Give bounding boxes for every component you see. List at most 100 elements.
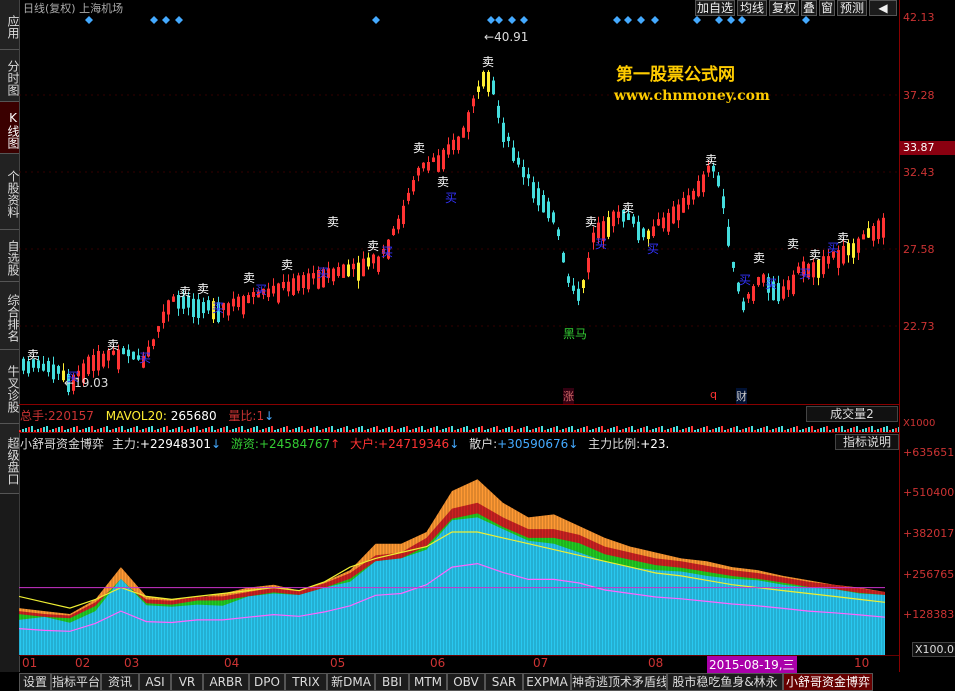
candle [347, 264, 350, 277]
buy-signal: 买 [212, 301, 224, 315]
bottom-tab-10[interactable]: MTM [409, 673, 447, 691]
candle [207, 300, 210, 311]
candle [302, 275, 305, 289]
candle [467, 112, 470, 132]
sidebar-tab-profile[interactable]: 个股资料 [0, 154, 20, 230]
candle [197, 299, 200, 318]
bottom-tab-14[interactable]: 神奇逃顶术矛盾线 [571, 673, 667, 691]
ma-button[interactable]: 均线 [737, 0, 767, 16]
candle [617, 211, 620, 218]
ind-axis-1: +635651 [903, 446, 955, 459]
sidebar-tab-superpanel[interactable]: 超级盘口 [0, 424, 20, 494]
bottom-tab-13[interactable]: EXPMA [523, 673, 571, 691]
indicator-help-button[interactable]: 指标说明 [835, 434, 899, 450]
bottom-tab-0[interactable]: 设置 [19, 673, 51, 691]
bottom-tab-16[interactable]: 小舒哥资金博弈 [783, 673, 873, 691]
ind-axis-3: +382017 [903, 527, 955, 540]
candle [92, 354, 95, 371]
candle [667, 212, 670, 232]
candle [502, 122, 505, 142]
price-label-4: 27.58 [903, 243, 935, 256]
sell-signal: 卖 [243, 271, 255, 285]
buy-signal: 买 [827, 241, 839, 255]
bottom-tab-11[interactable]: OBV [447, 673, 485, 691]
candle [572, 285, 575, 291]
candle [547, 201, 550, 219]
bottom-tab-5[interactable]: ARBR [203, 673, 249, 691]
candle [392, 228, 395, 236]
bottom-tab-9[interactable]: BBI [375, 673, 409, 691]
candle [482, 71, 485, 87]
sidebar-tab-kline[interactable]: K线图 [0, 102, 20, 154]
candle [132, 351, 135, 360]
bottom-tab-15[interactable]: 股市稳吃鱼身&林永 [667, 673, 783, 691]
sidebar-tab-ranking[interactable]: 综合排名 [0, 282, 20, 350]
sell-signal: 卖 [482, 55, 494, 69]
bottom-tab-6[interactable]: DPO [249, 673, 285, 691]
signal-diamond [508, 16, 516, 24]
arrow-left-icon[interactable]: ◀ [869, 0, 897, 16]
sidebar-tab-watchlist[interactable]: 自选股 [0, 230, 20, 282]
bottom-tab-1[interactable]: 指标平台 [51, 673, 101, 691]
bottom-tab-12[interactable]: SAR [485, 673, 523, 691]
candle [542, 195, 545, 213]
candle [437, 155, 440, 172]
candle [407, 192, 410, 201]
candle [372, 254, 375, 264]
zhuli-area [19, 517, 885, 655]
sidebar-tab-intraday[interactable]: 分时图 [0, 50, 20, 102]
candle [367, 257, 370, 267]
bottom-tab-3[interactable]: ASI [139, 673, 171, 691]
candle [597, 222, 600, 239]
candle [247, 295, 250, 304]
candle [642, 228, 645, 238]
candle [292, 278, 295, 295]
candle [432, 157, 435, 162]
signal-diamond [85, 16, 93, 24]
bottom-tab-4[interactable]: VR [171, 673, 203, 691]
sidebar-tab-diagnosis[interactable]: 牛叉诊股 [0, 350, 20, 424]
bottom-tab-8[interactable]: 新DMA [327, 673, 375, 691]
indicator-chart[interactable] [19, 450, 885, 655]
candle [827, 256, 830, 264]
candle [697, 180, 700, 197]
buy-signal: 买 [139, 351, 151, 365]
candle [717, 175, 720, 187]
bottom-tab-2[interactable]: 资讯 [101, 673, 139, 691]
candle [652, 226, 655, 237]
month-label: 03 [124, 656, 140, 670]
candle [822, 256, 825, 275]
buy-signal: 买 [317, 266, 329, 280]
add-watchlist-button[interactable]: 加自选 [695, 0, 735, 16]
candle [357, 262, 360, 281]
signal-diamond [487, 16, 495, 24]
buy-signal: 买 [765, 277, 777, 291]
candle [417, 167, 420, 176]
chart-toolbar: 日线(复权) 上海机场 [19, 0, 899, 16]
adjust-button[interactable]: 复权 [769, 0, 799, 16]
candle [792, 274, 795, 295]
candle [872, 226, 875, 241]
sell-signal: 卖 [705, 153, 717, 167]
sell-signal: 卖 [753, 251, 765, 265]
candle [757, 277, 760, 286]
sidebar-tab-apps[interactable]: 应用 [0, 0, 20, 50]
candle [867, 228, 870, 238]
signal-diamond [693, 16, 701, 24]
candle [637, 221, 640, 241]
high-annotation: ←40.91 [484, 30, 529, 44]
month-label: 06 [430, 656, 446, 670]
window-button[interactable]: 窗 [819, 0, 835, 16]
buy-signal: 买 [739, 273, 751, 287]
candle [607, 217, 610, 237]
candle [562, 252, 565, 263]
overlay-button[interactable]: 叠 [801, 0, 817, 16]
bottom-tab-7[interactable]: TRIX [285, 673, 327, 691]
indicator-dropdown[interactable]: 成交量2 [806, 406, 898, 422]
forecast-button[interactable]: 预测 [837, 0, 867, 16]
candle [702, 174, 705, 193]
signal-diamond [162, 16, 170, 24]
kline-chart[interactable]: 卖卖卖 卖卖卖卖卖卖卖卖卖卖卖卖卖卖卖买买买买买买买买 买买 买买买 [19, 16, 899, 406]
signal-diamond [637, 16, 645, 24]
candle [232, 298, 235, 307]
